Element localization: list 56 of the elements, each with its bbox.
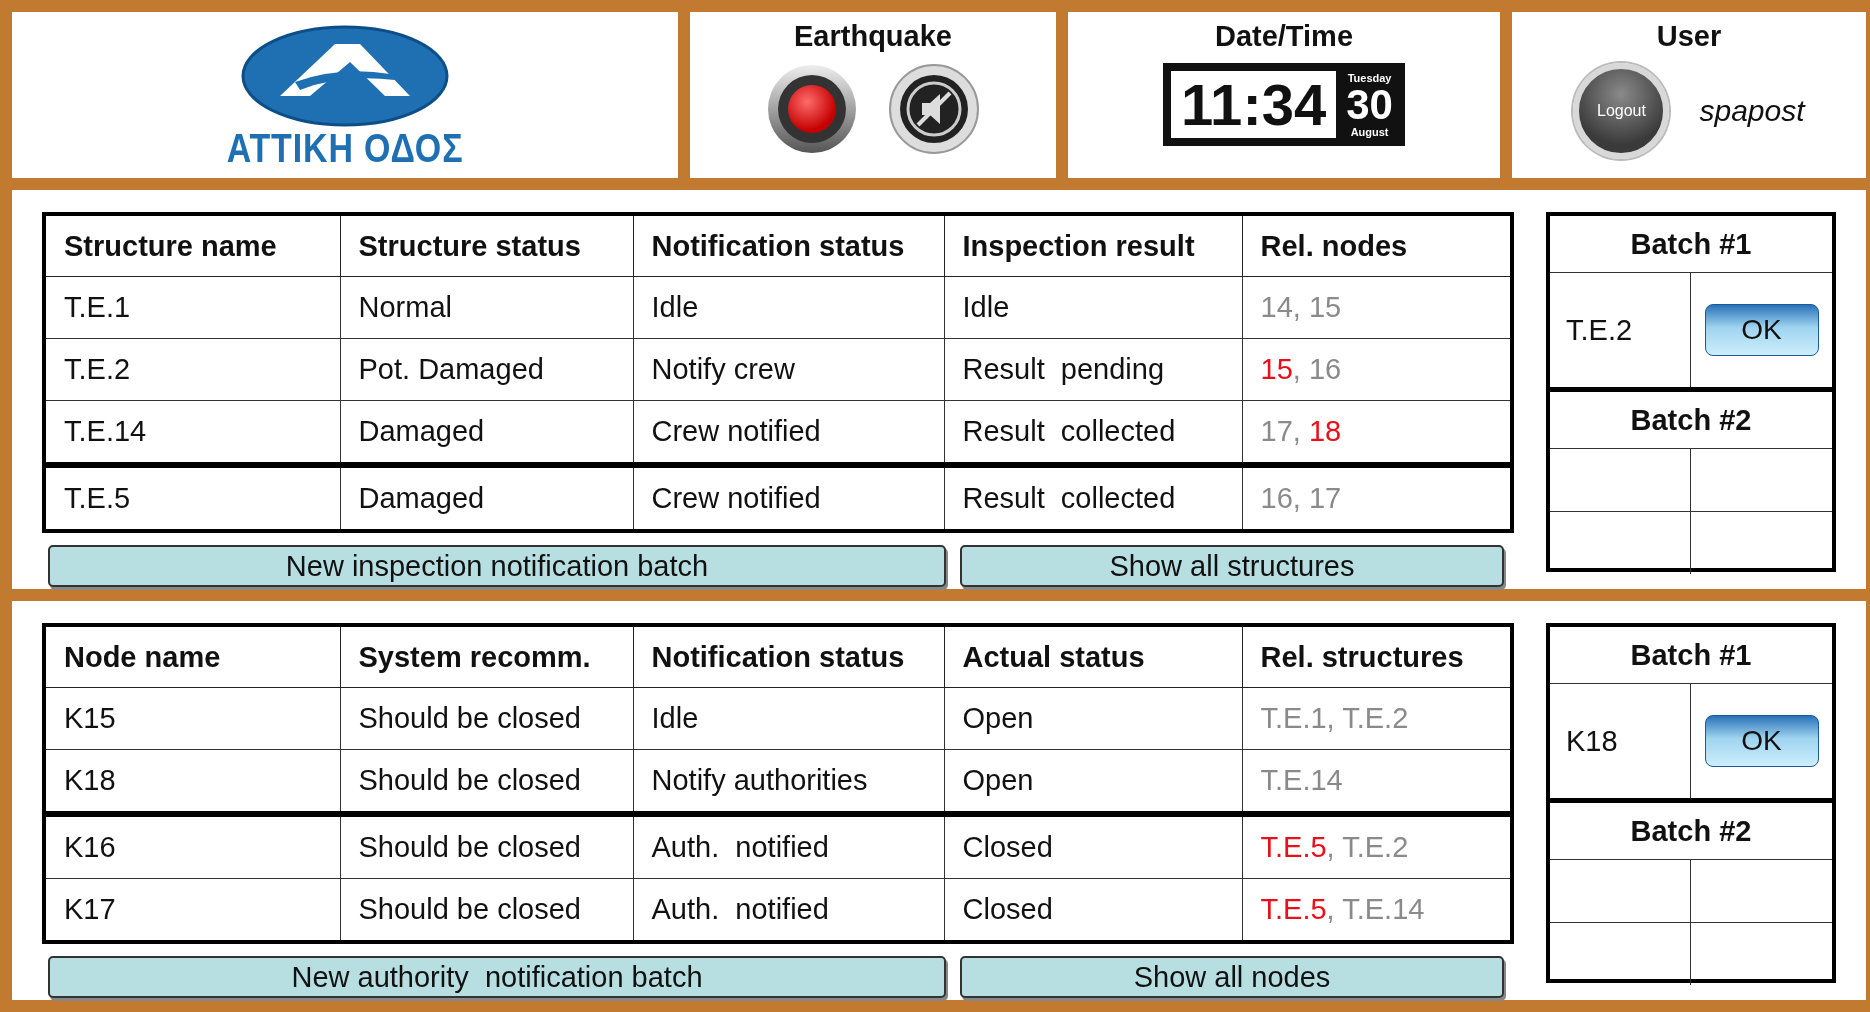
table-cell: Closed — [944, 814, 1242, 879]
table-cell: Notify crew — [633, 338, 944, 401]
logout-button[interactable]: Logout — [1573, 63, 1670, 159]
month-text: August — [1350, 125, 1389, 138]
day-text: 30 — [1346, 83, 1393, 126]
ok-button[interactable]: OK — [1704, 304, 1819, 356]
batch-item: T.E.2 — [1550, 273, 1691, 387]
table-cell: Should be closed — [340, 814, 633, 879]
table-cell: Pot. Damaged — [340, 338, 633, 401]
username: spapost — [1699, 94, 1805, 128]
column-header: Actual status — [944, 625, 1242, 688]
batch-title: Batch #1 — [1550, 216, 1832, 273]
table-cell: Idle — [944, 276, 1242, 339]
record-icon — [766, 63, 858, 155]
batch-title: Batch #1 — [1550, 627, 1832, 684]
action-button[interactable]: Show all nodes — [960, 956, 1504, 998]
weekday-text: Tuesday — [1347, 71, 1392, 84]
table-cell: Open — [944, 687, 1242, 750]
column-header: Node name — [44, 625, 340, 688]
column-header: Notification status — [633, 214, 944, 277]
table-cell: Result pending — [944, 338, 1242, 401]
column-header: Structure status — [340, 214, 633, 277]
table-cell: T.E.2 — [44, 338, 340, 401]
table-cell: K15 — [44, 687, 340, 750]
column-header: Notification status — [633, 625, 944, 688]
alarm-button[interactable] — [766, 63, 858, 155]
section-title: Date/Time — [1214, 20, 1354, 53]
table-cell: Should be closed — [340, 687, 633, 750]
table-cell: Normal — [340, 276, 633, 339]
batch-title: Batch #2 — [1550, 392, 1832, 449]
table-cell: T.E.5, T.E.2 — [1242, 814, 1512, 879]
action-button[interactable]: Show all structures — [960, 545, 1504, 587]
clock-time: 11:34 — [1181, 71, 1327, 138]
table-cell: Result collected — [944, 465, 1242, 531]
table-cell: Damaged — [340, 465, 633, 531]
ok-button[interactable]: OK — [1704, 715, 1819, 767]
column-header: Structure name — [44, 214, 340, 277]
table-cell: Auth. notified — [633, 814, 944, 879]
table-cell: Idle — [633, 276, 944, 339]
mute-button[interactable] — [888, 63, 980, 155]
batch-item: K18 — [1550, 684, 1691, 798]
table-cell: T.E.5 — [44, 465, 340, 531]
table-cell: T.E.1 — [44, 276, 340, 339]
section-title: User — [1656, 20, 1722, 53]
logo-icon — [240, 23, 450, 128]
table-cell: Idle — [633, 687, 944, 750]
batch-title: Batch #2 — [1550, 803, 1832, 860]
table-cell: Crew notified — [633, 465, 944, 531]
action-button[interactable]: New inspection notification batch — [48, 545, 946, 587]
mute-icon — [888, 63, 980, 155]
action-button[interactable]: New authority notification batch — [48, 956, 946, 998]
logo-text: ΑΤΤΙΚΗ ΟΔΟΣ — [226, 125, 464, 171]
column-header: Inspection result — [944, 214, 1242, 277]
section-title: Earthquake — [794, 20, 952, 53]
table-cell: K16 — [44, 814, 340, 879]
column-header: System recomm. — [340, 625, 633, 688]
